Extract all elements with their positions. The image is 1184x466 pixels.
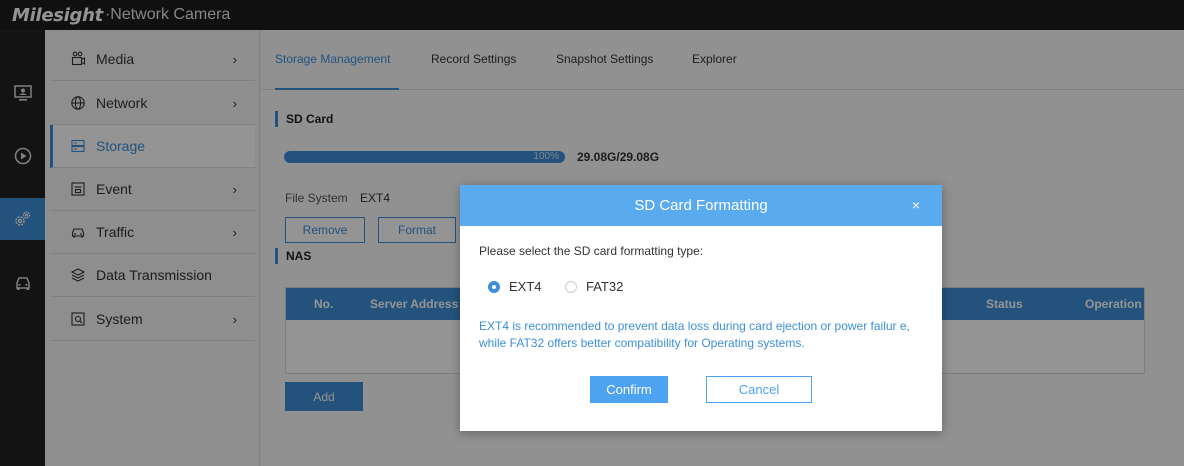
cancel-button[interactable]: Cancel bbox=[706, 376, 812, 403]
sd-card-formatting-dialog: SD Card Formatting × Please select the S… bbox=[460, 185, 942, 431]
dialog-header: SD Card Formatting × bbox=[460, 185, 942, 226]
radio-fat32[interactable]: FAT32 bbox=[565, 279, 623, 294]
radio-ext4[interactable]: EXT4 bbox=[488, 279, 542, 294]
radio-selected-indicator bbox=[488, 280, 500, 293]
radio-unselected-indicator bbox=[565, 280, 577, 293]
format-type-prompt: Please select the SD card formatting typ… bbox=[479, 244, 704, 258]
dialog-title: SD Card Formatting bbox=[634, 197, 768, 214]
confirm-button[interactable]: Confirm bbox=[590, 376, 668, 403]
close-icon[interactable]: × bbox=[912, 197, 920, 213]
format-recommendation-note: EXT4 is recommended to prevent data loss… bbox=[479, 319, 910, 350]
